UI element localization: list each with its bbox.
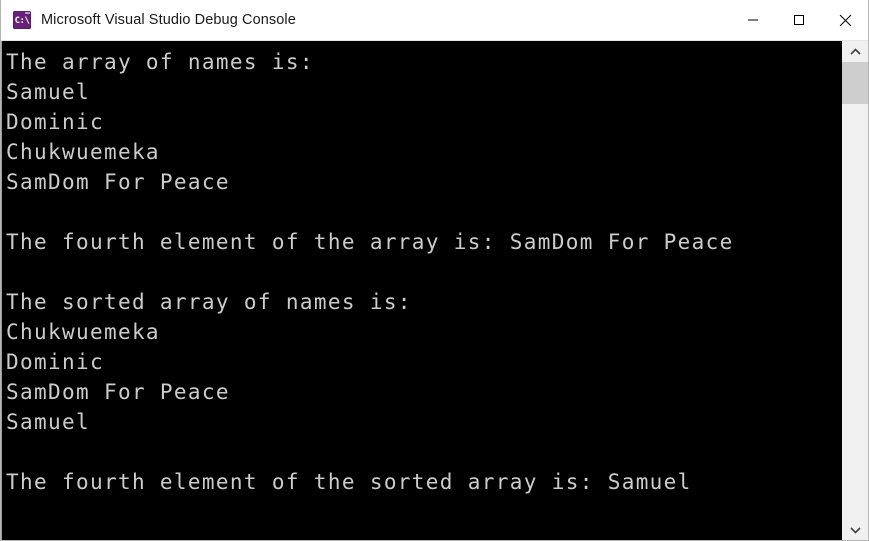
console-line: Samuel: [6, 80, 90, 104]
console-window: C:\ Microsoft Visual Studio Debug Consol…: [0, 0, 869, 541]
console-app-icon: C:\: [13, 11, 31, 29]
console-line: The array of names is:: [6, 50, 314, 74]
minimize-button[interactable]: [730, 0, 776, 40]
console-line: The fourth element of the array is: SamD…: [6, 230, 734, 254]
chevron-up-icon: [849, 47, 861, 55]
console-output[interactable]: The array of names is: Samuel Dominic Chukw…: [2, 41, 841, 540]
vertical-scrollbar[interactable]: [841, 41, 868, 540]
console-line: SamDom For Peace: [6, 170, 230, 194]
minimize-icon: [748, 19, 758, 21]
console-line: Dominic: [6, 350, 104, 374]
close-icon: [839, 14, 851, 26]
window-controls: [730, 0, 868, 40]
console-line: Chukwuemeka: [6, 140, 160, 164]
console-area: The array of names is: Samuel Dominic Chukw…: [1, 41, 868, 540]
console-line: The fourth element of the sorted array i…: [6, 470, 692, 494]
console-line: SamDom For Peace: [6, 380, 230, 404]
console-line: The sorted array of names is:: [6, 290, 412, 314]
console-line: Samuel: [6, 410, 90, 434]
console-line: Dominic: [6, 110, 104, 134]
icon-highlight-bar: [25, 12, 30, 14]
scroll-up-button[interactable]: [842, 41, 868, 62]
chevron-down-icon: [849, 526, 861, 534]
close-button[interactable]: [822, 0, 868, 40]
scrollbar-track[interactable]: [842, 62, 868, 519]
icon-glyph: C:\: [14, 15, 30, 26]
window-title: Microsoft Visual Studio Debug Console: [41, 12, 296, 28]
title-bar[interactable]: C:\ Microsoft Visual Studio Debug Consol…: [1, 0, 868, 41]
scroll-down-button[interactable]: [842, 519, 868, 540]
console-line: Chukwuemeka: [6, 320, 160, 344]
maximize-button[interactable]: [776, 0, 822, 40]
scrollbar-thumb[interactable]: [842, 62, 868, 104]
maximize-icon: [794, 15, 804, 25]
